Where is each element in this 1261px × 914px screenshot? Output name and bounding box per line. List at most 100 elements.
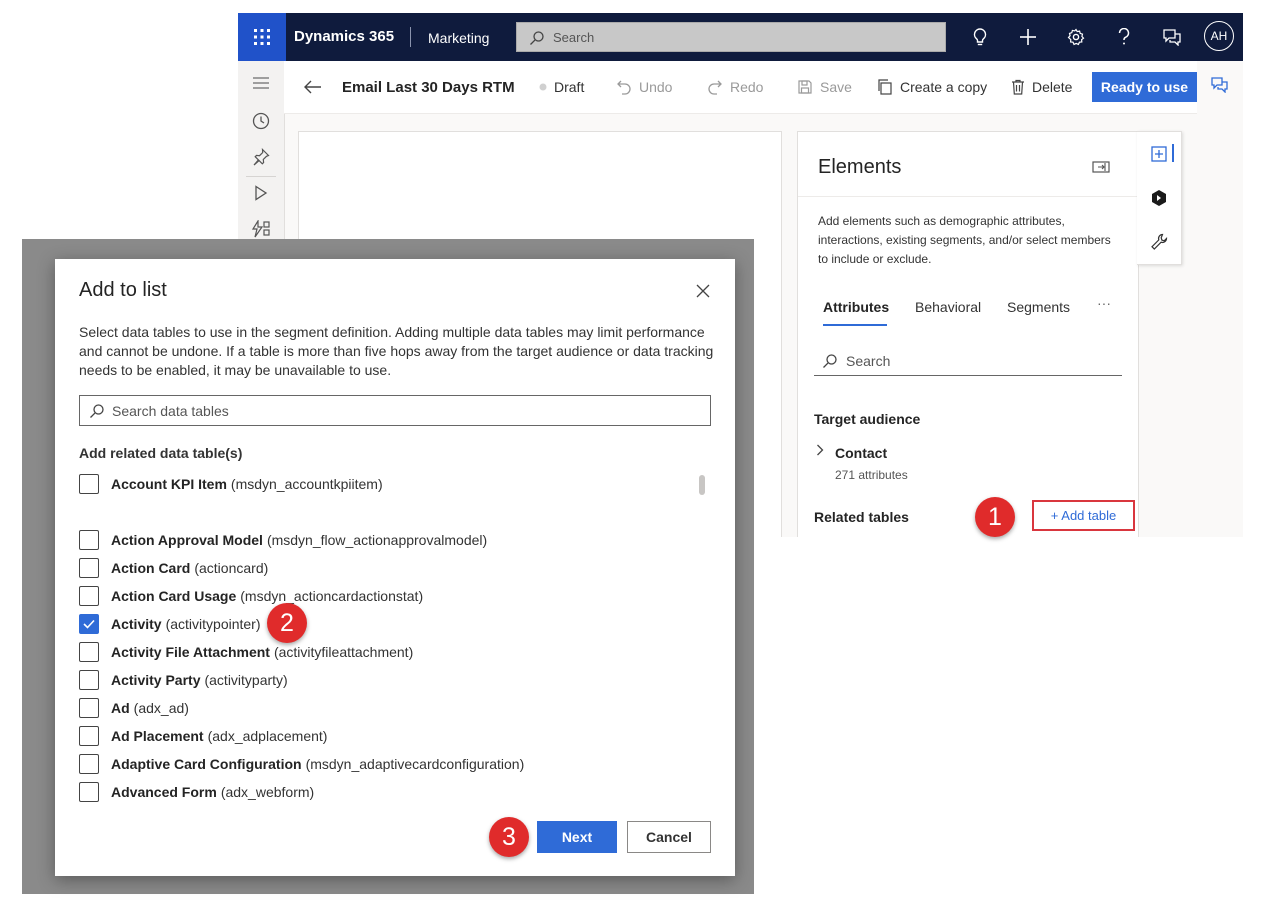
tool-rail [1137,131,1182,265]
list-item[interactable]: Adaptive Card Configuration (msdyn_adapti… [79,753,524,775]
redo-button[interactable]: Redo [707,61,763,113]
checkbox[interactable] [79,754,99,774]
module-name[interactable]: Marketing [428,13,489,61]
waffle-icon [254,29,270,45]
lightbulb-icon[interactable] [968,25,992,49]
status-text: Draft [554,79,585,95]
search-icon [822,353,838,369]
save-label: Save [820,79,852,95]
tab-attributes[interactable]: Attributes [823,299,889,315]
table-name: Adaptive Card Configuration [111,756,302,772]
trash-icon [1012,79,1024,95]
list-item[interactable]: Account KPI Item (msdyn_accountkpiitem) [79,473,383,495]
table-system-name: (activityfileattachment) [273,644,414,660]
record-title: Email Last 30 Days RTM [342,78,515,96]
checkbox[interactable] [79,698,99,718]
app-launcher-button[interactable] [238,13,286,61]
contact-table-name[interactable]: Contact [835,445,887,461]
list-item[interactable]: Advanced Form (adx_webform) [79,781,314,803]
chat-icon[interactable] [1211,77,1229,93]
hamburger-icon[interactable] [249,71,273,95]
search-icon [89,403,105,419]
top-bar: Dynamics 365 Marketing Search AH [238,13,1243,61]
checkbox[interactable] [79,782,99,802]
undo-label: Undo [639,79,673,95]
checkbox[interactable] [79,670,99,690]
search-data-tables-input[interactable]: Search data tables [79,395,711,426]
list-item-selected[interactable]: Activity (activitypointer) [79,613,261,635]
list-item[interactable]: Action Approval Model (msdyn_flow_actiona… [79,529,487,551]
chevron-right-icon[interactable] [816,444,824,456]
list-item[interactable]: Activity File Attachment (activityfileatt… [79,641,413,663]
feedback-icon[interactable] [1160,25,1184,49]
checkbox[interactable] [79,726,99,746]
gear-icon[interactable] [1064,25,1088,49]
callout-step-3: 3 [489,817,529,857]
play-icon[interactable] [249,181,273,205]
elements-search-input[interactable]: Search [814,347,1122,376]
collapse-panel-icon[interactable] [1092,160,1110,174]
cancel-button[interactable]: Cancel [627,821,711,853]
checkbox[interactable] [79,586,99,606]
panel-divider [798,196,1138,197]
ready-to-use-button[interactable]: Ready to use [1092,72,1197,102]
help-icon[interactable] [1112,25,1136,49]
dialog-description: Select data tables to use in the segment… [79,324,714,378]
undo-button[interactable]: Undo [616,61,672,113]
copilot-icon[interactable] [1147,186,1171,210]
checkmark-icon [83,619,95,629]
close-button[interactable] [693,281,713,301]
save-button[interactable]: Save [797,61,852,113]
more-tabs-button[interactable]: ··· [1097,295,1111,311]
tab-segments[interactable]: Segments [1007,299,1070,315]
table-system-name: (activitypointer) [165,616,261,632]
table-name: Action Card [111,560,191,576]
add-element-icon[interactable] [1147,142,1171,166]
list-item[interactable]: Activity Party (activityparty) [79,669,288,691]
elements-title: Elements [818,156,902,178]
wrench-icon[interactable] [1147,230,1171,254]
create-copy-label: Create a copy [900,79,988,95]
global-search-input[interactable]: Search [516,22,946,52]
elements-panel: Elements Add elements such as demographi… [797,131,1139,537]
add-table-button[interactable]: + Add table [1032,500,1135,531]
avatar[interactable]: AH [1204,21,1234,51]
tab-behavioral[interactable]: Behavioral [915,299,981,315]
save-icon [798,80,812,94]
add-to-list-dialog: Add to list Select data tables to use in… [55,259,735,876]
global-search-placeholder: Search [553,30,595,45]
app-name[interactable]: Dynamics 365 [294,13,394,61]
checkbox[interactable] [79,530,99,550]
list-item[interactable]: Ad (adx_ad) [79,697,189,719]
back-button[interactable] [304,61,329,113]
delete-label: Delete [1032,79,1073,95]
command-bar: Email Last 30 Days RTM Draft Undo Redo S… [284,61,1197,114]
checkbox[interactable] [79,474,99,494]
pin-icon[interactable] [249,145,273,169]
table-name: Activity Party [111,672,201,688]
create-copy-button[interactable]: Create a copy [877,61,987,113]
list-item[interactable]: Action Card Usage (msdyn_actioncardaction… [79,585,423,607]
checkbox[interactable] [79,642,99,662]
delete-button[interactable]: Delete [1011,61,1072,113]
table-name: Ad [111,700,130,716]
checkbox-checked[interactable] [79,614,99,634]
brand-divider [410,27,411,47]
list-item[interactable]: Action Card (actioncard) [79,557,268,579]
table-system-name: (msdyn_flow_actionapprovalmodel) [266,532,488,548]
list-item[interactable]: Ad Placement (adx_adplacement) [79,725,327,747]
checkbox[interactable] [79,558,99,578]
undo-icon [617,80,631,95]
related-tables-label: Related tables [814,509,909,525]
dialog-title: Add to list [79,279,167,301]
list-scrollbar[interactable] [699,475,705,495]
journey-flash-icon[interactable] [249,217,273,241]
recent-clock-icon[interactable] [249,109,273,133]
back-arrow-icon [304,80,321,94]
table-system-name: (msdyn_adaptivecardconfiguration) [305,756,525,772]
table-name: Action Approval Model [111,532,263,548]
copy-icon [878,79,892,95]
plus-icon[interactable] [1016,25,1040,49]
search-icon [529,30,545,46]
next-button[interactable]: Next [537,821,617,853]
